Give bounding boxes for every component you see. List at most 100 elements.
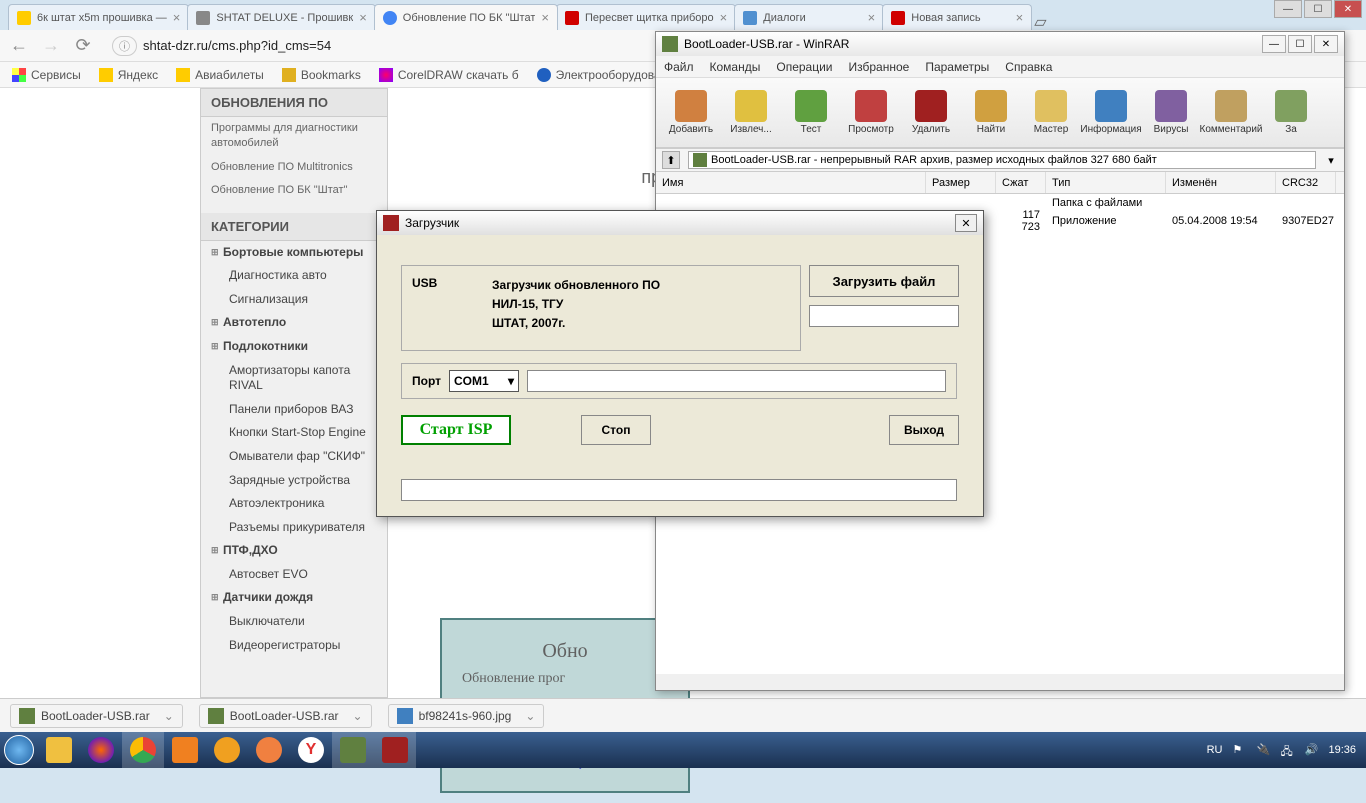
winrar-path-field[interactable]: BootLoader-USB.rar - непрерывный RAR арх… <box>688 151 1316 169</box>
taskbar-uc[interactable] <box>206 732 248 768</box>
winrar-col-2[interactable]: Сжат <box>996 172 1046 193</box>
taskbar-loader[interactable] <box>374 732 416 768</box>
sidebar-cat-9[interactable]: Зарядные устройства <box>201 469 387 493</box>
loader-port-select[interactable]: COM1▾ <box>449 370 519 392</box>
winrar-tool-7[interactable]: Информация <box>1082 83 1140 143</box>
winrar-col-5[interactable]: CRC32 <box>1276 172 1336 193</box>
maximize-button[interactable]: ☐ <box>1304 0 1332 18</box>
chevron-down-icon[interactable]: ⌄ <box>164 709 174 723</box>
sidebar-cat-2[interactable]: Сигнализация <box>201 288 387 312</box>
sidebar-cat-1[interactable]: Диагностика авто <box>201 264 387 288</box>
winrar-menu-5[interactable]: Справка <box>1005 60 1052 74</box>
sidebar-cat-8[interactable]: Омыватели фар "СКИФ" <box>201 445 387 469</box>
sidebar-cat-3[interactable]: ⊞Автотепло <box>201 311 387 335</box>
sidebar-cat-4[interactable]: ⊞Подлокотники <box>201 335 387 359</box>
site-info-icon[interactable]: ⓘ <box>112 36 137 56</box>
tray-clock[interactable]: 19:36 <box>1328 744 1356 756</box>
tab-close-icon[interactable]: × <box>173 10 181 25</box>
reload-button[interactable]: ⟳ <box>72 35 94 57</box>
winrar-tool-5[interactable]: Найти <box>962 83 1020 143</box>
minimize-button[interactable]: — <box>1274 0 1302 18</box>
download-item-1[interactable]: BootLoader-USB.rar⌄ <box>199 704 372 728</box>
tray-lang[interactable]: RU <box>1207 744 1223 756</box>
bookmark-aviabilety[interactable]: Авиабилеты <box>176 68 264 82</box>
sidebar-cat-11[interactable]: Разъемы прикуривателя <box>201 516 387 540</box>
taskbar-media[interactable] <box>164 732 206 768</box>
loader-titlebar[interactable]: Загрузчик ✕ <box>377 211 983 235</box>
sidebar-sub-1[interactable]: Обновление ПО Multitronics <box>201 156 387 179</box>
winrar-col-0[interactable]: Имя <box>656 172 926 193</box>
winrar-minimize-button[interactable]: — <box>1262 35 1286 53</box>
sidebar-cat-5[interactable]: Амортизаторы капота RIVAL <box>201 359 387 398</box>
sidebar-cat-10[interactable]: Автоэлектроника <box>201 492 387 516</box>
winrar-close-button[interactable]: ✕ <box>1314 35 1338 53</box>
taskbar-yandex[interactable]: Y <box>290 732 332 768</box>
tab-3[interactable]: Пересвет щитка приборо× <box>556 4 736 30</box>
bookmark-coreldraw[interactable]: CorelDRAW скачать б <box>379 68 519 82</box>
winrar-maximize-button[interactable]: ☐ <box>1288 35 1312 53</box>
expand-icon[interactable]: ⊞ <box>211 317 219 329</box>
winrar-col-4[interactable]: Изменён <box>1166 172 1276 193</box>
sidebar-cat-6[interactable]: Панели приборов ВАЗ <box>201 398 387 422</box>
taskbar-app1[interactable] <box>248 732 290 768</box>
tab-close-icon[interactable]: × <box>1016 10 1024 25</box>
sidebar-cat-14[interactable]: ⊞Датчики дождя <box>201 586 387 610</box>
sidebar-cat-0[interactable]: ⊞Бортовые компьютеры <box>201 241 387 265</box>
loader-stop-button[interactable]: Стоп <box>581 415 651 445</box>
winrar-menu-1[interactable]: Команды <box>710 60 761 74</box>
back-button[interactable]: ← <box>8 35 30 57</box>
winrar-tool-4[interactable]: Удалить <box>902 83 960 143</box>
forward-button[interactable]: → <box>40 35 62 57</box>
sidebar-sub-0[interactable]: Программы для диагностики автомобилей <box>201 117 387 156</box>
sidebar-cat-16[interactable]: Видеорегистраторы <box>201 634 387 658</box>
volume-icon[interactable]: 🔊 <box>1304 743 1318 757</box>
expand-icon[interactable]: ⊞ <box>211 247 219 259</box>
winrar-col-1[interactable]: Размер <box>926 172 996 193</box>
sidebar-cat-15[interactable]: Выключатели <box>201 610 387 634</box>
new-tab-button[interactable]: ▱ <box>1034 12 1054 30</box>
close-button[interactable]: ✕ <box>1334 0 1362 18</box>
winrar-tool-0[interactable]: Добавить <box>662 83 720 143</box>
sidebar-sub-2[interactable]: Обновление ПО БК "Штат" <box>201 179 387 202</box>
taskbar-explorer[interactable] <box>38 732 80 768</box>
sidebar-cat-7[interactable]: Кнопки Start-Stop Engine <box>201 421 387 445</box>
expand-icon[interactable]: ⊞ <box>211 341 219 353</box>
tab-close-icon[interactable]: × <box>868 10 876 25</box>
winrar-up-button[interactable]: ⬆ <box>662 151 680 169</box>
flag-icon[interactable]: ⚑ <box>1232 743 1246 757</box>
taskbar-chrome[interactable] <box>122 732 164 768</box>
winrar-menu-4[interactable]: Параметры <box>925 60 989 74</box>
winrar-titlebar[interactable]: BootLoader-USB.rar - WinRAR — ☐ ✕ <box>656 32 1344 56</box>
winrar-menu-0[interactable]: Файл <box>664 60 694 74</box>
network-icon[interactable]: 🖧 <box>1280 743 1294 757</box>
loader-close-button[interactable]: ✕ <box>955 214 977 232</box>
tab-1[interactable]: SHTAT DELUXE - Прошивк× <box>187 4 375 30</box>
taskbar-firefox[interactable] <box>80 732 122 768</box>
bookmark-electro[interactable]: Электрооборудован <box>537 68 668 82</box>
loader-load-file-button[interactable]: Загрузить файл <box>809 265 959 297</box>
loader-file-field[interactable] <box>809 305 959 327</box>
winrar-tool-8[interactable]: Вирусы <box>1142 83 1200 143</box>
tab-0[interactable]: 6к штат х5m прошивка —× <box>8 4 189 30</box>
bookmark-bookmarks[interactable]: Bookmarks <box>282 68 361 82</box>
loader-start-isp-button[interactable]: Старт ISP <box>401 415 511 445</box>
winrar-menu-2[interactable]: Операции <box>776 60 832 74</box>
winrar-tool-10[interactable]: За <box>1262 83 1320 143</box>
winrar-tool-1[interactable]: Извлеч... <box>722 83 780 143</box>
chevron-down-icon[interactable]: ⌄ <box>525 709 535 723</box>
winrar-col-3[interactable]: Тип <box>1046 172 1166 193</box>
sidebar-cat-13[interactable]: Автосвет EVO <box>201 563 387 587</box>
taskbar-winrar[interactable] <box>332 732 374 768</box>
bookmark-yandex[interactable]: Яндекс <box>99 68 158 82</box>
download-item-0[interactable]: BootLoader-USB.rar⌄ <box>10 704 183 728</box>
sidebar-cat-12[interactable]: ⊞ПТФ,ДХО <box>201 539 387 563</box>
tab-5[interactable]: Новая запись× <box>882 4 1032 30</box>
winrar-menu-3[interactable]: Избранное <box>849 60 910 74</box>
winrar-tool-6[interactable]: Мастер <box>1022 83 1080 143</box>
tab-close-icon[interactable]: × <box>720 10 728 25</box>
tab-close-icon[interactable]: × <box>359 10 367 25</box>
tab-4[interactable]: Диалоги× <box>734 4 884 30</box>
tab-close-icon[interactable]: × <box>541 10 549 25</box>
winrar-tool-9[interactable]: Комментарий <box>1202 83 1260 143</box>
chevron-down-icon[interactable]: ⌄ <box>353 709 363 723</box>
